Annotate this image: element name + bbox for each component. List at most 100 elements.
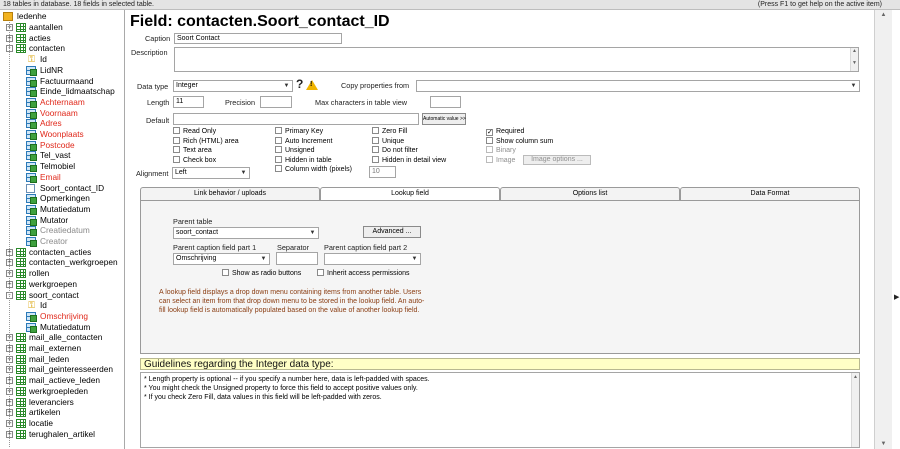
- guideline-line: * If you check Zero Fill, data values in…: [144, 394, 382, 401]
- tree-item-label: Soort_contact_ID: [40, 182, 105, 193]
- description-scrollbar[interactable]: ▲ ▼: [850, 48, 858, 71]
- lookup-field-icon: [26, 172, 37, 183]
- checkbox-text-area[interactable]: Text area: [173, 146, 212, 155]
- checkbox-required[interactable]: ✓ Required: [486, 127, 524, 136]
- checkbox-unique[interactable]: Unique: [372, 136, 404, 146]
- automatic-value-button[interactable]: Automatic value >>: [422, 113, 466, 125]
- separator-input[interactable]: [276, 252, 318, 265]
- inherit-permissions-checkbox[interactable]: Inherit access permissions: [317, 269, 409, 278]
- caption-input[interactable]: Soort Contact: [174, 33, 342, 44]
- lookup-field-icon: [26, 237, 37, 247]
- checkbox-label: Auto Increment: [285, 137, 333, 145]
- checkbox-box: [486, 146, 493, 154]
- checkbox-label: Text area: [183, 147, 212, 155]
- checkbox-column-width-pixels[interactable]: Column width (pixels): [275, 165, 352, 174]
- table-icon: [16, 408, 26, 418]
- checkbox-hidden-in-table[interactable]: Hidden in table: [275, 155, 332, 165]
- checkbox-label: Unsigned: [285, 147, 315, 155]
- caption-part1-select[interactable]: Omschrijving ▼: [173, 253, 270, 265]
- table-icon: [16, 397, 26, 407]
- field-tabs: Link behavior / uploads Lookup field Opt…: [140, 187, 860, 201]
- column-width-input[interactable]: 10: [369, 166, 396, 178]
- tree-item-label: Telmobiel: [40, 161, 76, 172]
- tab-lookup-field[interactable]: Lookup field: [320, 187, 500, 201]
- show-radio-checkbox[interactable]: Show as radio buttons: [222, 269, 301, 278]
- checkbox-auto-increment[interactable]: Auto Increment: [275, 136, 333, 146]
- tree-item-label: LidNR: [40, 64, 64, 75]
- max-chars-input[interactable]: [430, 96, 461, 108]
- precision-label: Precision: [225, 98, 256, 107]
- checkbox-box: [275, 127, 282, 134]
- table-icon: [16, 269, 26, 279]
- scroll-down-icon[interactable]: ▼: [875, 439, 892, 449]
- tree-item-label: contacten_acties: [29, 246, 92, 257]
- checkbox-box: [372, 155, 379, 163]
- tree-item-label: Omschrijving: [40, 310, 88, 321]
- main-scrollbar[interactable]: ▲ ▼: [874, 10, 892, 449]
- tree-item-label: Email: [40, 171, 61, 182]
- checkbox-box: [222, 269, 229, 276]
- checkbox-unsigned[interactable]: Unsigned: [275, 146, 315, 155]
- lookup-field-icon: [26, 108, 37, 119]
- checkbox-primary-key[interactable]: Primary Key: [275, 127, 323, 136]
- lookup-field-icon: [26, 194, 37, 205]
- tree-item-label: Einde_lidmaatschap: [40, 86, 115, 97]
- checkbox-rich-html-area[interactable]: Rich (HTML) area: [173, 136, 239, 146]
- page-title: Field: contacten.Soort_contact_ID: [130, 13, 390, 30]
- tree-item-label: Id: [40, 300, 47, 311]
- tree-item-label: werkgroepen: [29, 278, 77, 289]
- scroll-up-icon[interactable]: ▲: [875, 10, 892, 20]
- alignment-label: Alignment: [136, 169, 169, 178]
- tree-item-label: locatie: [29, 417, 53, 428]
- caption-part2-select[interactable]: ▼: [324, 253, 421, 265]
- checkbox-hidden-in-detail-view[interactable]: Hidden in detail view: [372, 155, 447, 165]
- expand-right-icon[interactable]: ▶: [894, 293, 899, 301]
- checkbox-check-box[interactable]: Check box: [173, 155, 216, 165]
- length-input[interactable]: 11: [173, 96, 204, 108]
- table-icon: [16, 418, 26, 428]
- copy-properties-select[interactable]: ▼: [416, 80, 860, 92]
- default-input[interactable]: [173, 113, 419, 125]
- checkbox-image: Image: [486, 155, 515, 165]
- field-editor: Field: contacten.Soort_contact_ID Captio…: [126, 10, 874, 449]
- alignment-value: Left: [175, 169, 187, 176]
- guidelines-scrollbar[interactable]: ▲: [851, 373, 859, 447]
- copy-properties-label: Copy properties from: [341, 81, 410, 90]
- checkbox-label: Hidden in detail view: [382, 156, 447, 164]
- tab-data-format[interactable]: Data Format: [680, 187, 860, 200]
- parent-table-select[interactable]: soort_contact ▼: [173, 227, 319, 239]
- tab-options-list[interactable]: Options list: [500, 187, 680, 200]
- checkbox-box: [275, 155, 282, 163]
- warning-icon: !: [306, 80, 318, 90]
- advanced-button[interactable]: Advanced ...: [363, 226, 421, 238]
- table-icon: [16, 23, 26, 32]
- checkbox-zero-fill[interactable]: Zero Fill: [372, 127, 407, 136]
- help-icon[interactable]: ?: [296, 77, 303, 91]
- checkbox-label: Hidden in table: [285, 156, 332, 164]
- window-edge: ▶: [892, 10, 900, 449]
- checkbox-label: Do not filter: [382, 147, 418, 155]
- checkbox-box: [486, 155, 493, 163]
- checkbox-label: Binary: [496, 147, 516, 155]
- data-type-select[interactable]: Integer ▼: [173, 80, 293, 92]
- tab-link-behavior[interactable]: Link behavior / uploads: [140, 187, 320, 200]
- alignment-select[interactable]: Left ▼: [172, 167, 250, 179]
- lookup-field-icon: [26, 151, 37, 162]
- tree-item-label: mail_geinteresseerden: [29, 364, 113, 375]
- description-textarea[interactable]: ▲ ▼: [174, 47, 859, 72]
- guidelines-heading: Guidelines regarding the Integer data ty…: [140, 358, 860, 370]
- tree-item-label: Creator: [40, 236, 68, 246]
- lookup-field-icon: [26, 119, 37, 130]
- checkbox-label: Read Only: [183, 128, 217, 135]
- checkbox-show-column-sum[interactable]: Show column sum: [486, 136, 553, 146]
- lookup-field-icon: [26, 311, 37, 322]
- tree-item-label: artikelen: [29, 407, 61, 418]
- parent-table-value: soort_contact: [176, 229, 219, 236]
- checkbox-read-only[interactable]: Read Only: [173, 127, 216, 136]
- data-type-value: Integer: [176, 82, 198, 89]
- precision-input[interactable]: [260, 96, 292, 108]
- schema-tree[interactable]: ledenhe + aantallen + acties - contacten ⚿ Id Li…: [0, 10, 125, 449]
- chevron-down-icon: ▼: [260, 256, 267, 262]
- field-icon: [26, 183, 35, 193]
- checkbox-do-not-filter[interactable]: Do not filter: [372, 146, 418, 155]
